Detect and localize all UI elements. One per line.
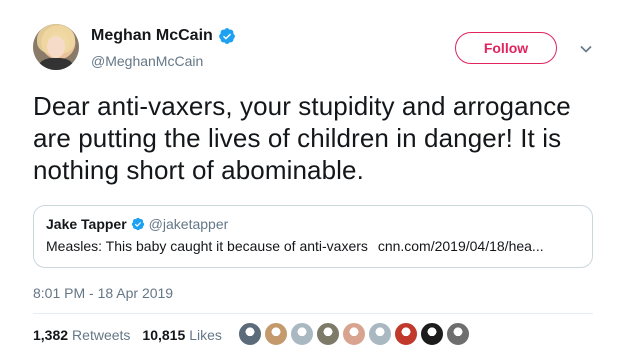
author-avatar[interactable] [33,24,79,70]
liker-avatar[interactable] [290,322,314,346]
liker-avatars [238,322,472,346]
verified-badge-icon [218,28,235,44]
tweet-timestamp[interactable]: 8:01 PM - 18 Apr 2019 [33,285,173,301]
liker-avatar[interactable] [368,322,392,346]
tweet-stats: 1,382 Retweets 10,815 Likes [33,327,234,343]
quoted-tweet-header: Jake Tapper @jaketapper [46,216,580,232]
author-name-row: Meghan McCain [91,27,236,45]
quoted-author-name: Jake Tapper [46,216,127,232]
liker-avatar[interactable] [446,322,470,346]
quoted-tweet-text: Measles: This baby caught it because of … [46,238,368,254]
liker-avatar[interactable] [420,322,444,346]
likes-label[interactable]: Likes [189,327,222,343]
liker-avatar[interactable] [342,322,366,346]
author-display-name[interactable]: Meghan McCain [91,27,213,45]
quoted-tweet-body: Measles: This baby caught it because of … [46,238,580,254]
chevron-down-icon[interactable] [578,41,594,57]
follow-button[interactable]: Follow [455,32,557,64]
tweet-text: Dear anti-vaxers, your stupidity and arr… [33,91,571,185]
author-handle[interactable]: @MeghanMcCain [91,53,203,69]
liker-avatar[interactable] [316,322,340,346]
liker-avatar[interactable] [394,322,418,346]
quoted-tweet-link[interactable]: cnn.com/2019/04/18/hea... [378,238,544,254]
likes-count[interactable]: 10,815 [142,327,185,343]
liker-avatar[interactable] [238,322,262,346]
quoted-author-handle: @jaketapper [148,216,229,232]
verified-badge-icon [131,217,144,231]
liker-avatar[interactable] [264,322,288,346]
quoted-tweet[interactable]: Jake Tapper @jaketapper Measles: This ba… [33,205,593,268]
retweets-label[interactable]: Retweets [72,327,130,343]
retweets-count[interactable]: 1,382 [33,327,68,343]
avatar-face [47,36,65,58]
avatar-body [39,58,73,70]
divider [33,313,593,314]
